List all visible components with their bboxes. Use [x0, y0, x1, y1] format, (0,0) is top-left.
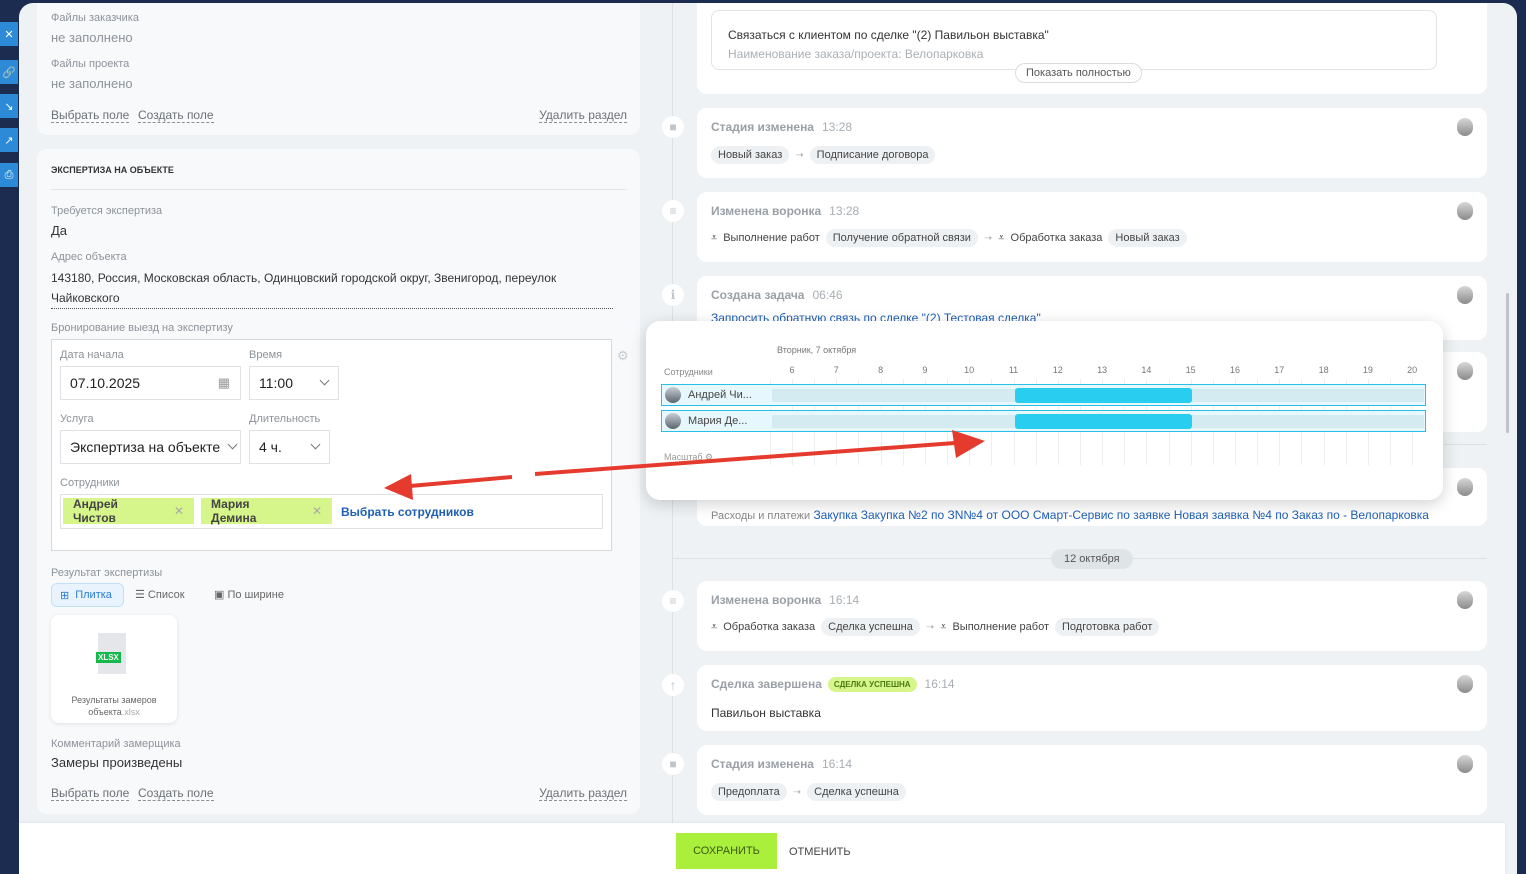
annotation-arrow	[409, 475, 513, 488]
arrowhead	[952, 430, 985, 458]
annotation-arrow	[534, 441, 956, 476]
arrowhead	[384, 474, 413, 500]
annotation-arrows	[384, 430, 985, 500]
